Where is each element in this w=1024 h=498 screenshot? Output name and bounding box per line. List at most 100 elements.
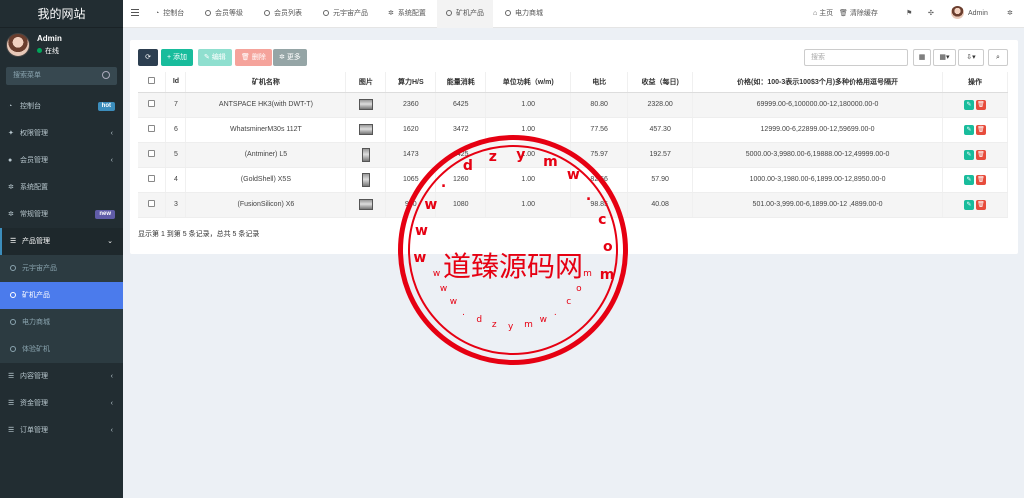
tab-member-list[interactable]: 会员列表 [264, 0, 314, 28]
col-image[interactable]: 图片 [345, 72, 387, 93]
delete-button[interactable]: 🗑︎ 删除 [235, 49, 272, 66]
menu-search-input[interactable]: 搜索菜单 [6, 67, 117, 85]
cell-name: (GoldShell) X5S [185, 167, 347, 193]
menu-toggle-icon[interactable] [131, 9, 139, 18]
watermark-char: d [476, 315, 483, 326]
sidebar-item-funds[interactable]: ☰ 资金管理 ‹ [0, 390, 123, 417]
col-name[interactable]: 矿机名称 [185, 72, 347, 93]
table-search-input[interactable]: 搜索 [804, 49, 908, 66]
miner-thumbnail[interactable] [358, 199, 373, 210]
clear-cache-button[interactable]: 🗑︎ 清除缓存 [839, 0, 878, 28]
cell-actions: ✎ 🗑︎ [942, 192, 1009, 218]
sidebar-subitem-trial-miner[interactable]: 体验矿机 [0, 336, 123, 363]
sidebar-menu: ◔ 控制台 hot ✦ 权限管理 ‹ ● 会员管理 ‹ ✲ 系统配置 ✲ 常规管理 new ☰ 产品… [0, 93, 123, 444]
table-row[interactable]: 6 WhatsminerM30s 112T 1620 3472 1.00 77.56 457… [138, 117, 1009, 143]
select-all-checkbox-cell[interactable] [138, 72, 167, 93]
cell-image[interactable] [345, 167, 387, 193]
toggle-view-button[interactable]: ▦ [913, 49, 931, 66]
settings-icon[interactable]: ✲ [1007, 0, 1013, 28]
row-checkbox-cell[interactable] [138, 117, 167, 143]
tab-miners[interactable]: 矿机产品 [437, 0, 493, 28]
cell-image[interactable] [345, 192, 387, 218]
row-checkbox-cell[interactable] [138, 192, 167, 218]
miner-thumbnail[interactable] [358, 99, 373, 110]
cell-image[interactable] [345, 92, 387, 118]
admin-menu[interactable]: Admin [951, 0, 988, 28]
refresh-icon: ⟳ [145, 54, 151, 61]
row-checkbox-cell[interactable] [138, 167, 167, 193]
user-status-text: 在线 [45, 48, 59, 55]
sidebar-item-label: 订单管理 [20, 427, 48, 434]
cell-image[interactable] [345, 142, 387, 168]
columns-button[interactable]: ▦▾ [933, 49, 956, 66]
miner-thumbnail[interactable] [361, 172, 370, 187]
sidebar-item-members[interactable]: ● 会员管理 ‹ [0, 147, 123, 174]
search-icon[interactable] [102, 71, 110, 79]
edit-row-icon[interactable]: ✎ [963, 199, 974, 210]
add-button[interactable]: + 添加 [161, 49, 194, 66]
miner-thumbnail[interactable] [361, 147, 370, 162]
delete-label: 删除 [251, 54, 266, 61]
row-checkbox[interactable] [148, 150, 156, 157]
row-checkbox-cell[interactable] [138, 92, 167, 118]
col-hashrate[interactable]: 算力H/S [385, 72, 437, 93]
fullscreen-icon[interactable]: ✣ [928, 0, 934, 28]
cell-image[interactable] [345, 117, 387, 143]
sidebar-item-label: 资金管理 [20, 400, 48, 407]
row-checkbox[interactable] [148, 100, 156, 107]
sidebar-item-orders[interactable]: ☰ 订单管理 ‹ [0, 417, 123, 444]
circle-icon [10, 319, 16, 325]
col-income[interactable]: 收益（每日) [627, 72, 694, 93]
miner-thumbnail[interactable] [358, 124, 373, 135]
watermark-char: o [576, 283, 582, 294]
delete-row-icon[interactable]: 🗑︎ [975, 99, 986, 110]
col-ratio[interactable]: 电比 [570, 72, 629, 93]
sidebar-subitem-metaverse[interactable]: 元宇宙产品 [0, 255, 123, 282]
row-checkbox-cell[interactable] [138, 142, 167, 168]
sidebar-subitem-power-mall[interactable]: 电力商城 [0, 309, 123, 336]
tab-power-mall[interactable]: 电力商城 [505, 0, 555, 28]
more-button[interactable]: ✲ 更多 [273, 49, 307, 66]
refresh-button[interactable]: ⟳ [138, 49, 158, 66]
cell-name: (FusionSilicon) X6 [185, 192, 347, 218]
tab-config[interactable]: ✲ 系统配置 [388, 0, 433, 28]
col-id[interactable]: Id [165, 72, 187, 93]
sidebar-subitem-miners[interactable]: 矿机产品 [0, 282, 123, 309]
list-icon: ☰ [10, 238, 17, 245]
col-unit-power[interactable]: 单位功耗（w/m) [485, 72, 572, 93]
sidebar-item-general[interactable]: ✲ 常规管理 new [0, 201, 123, 228]
sidebar-item-config[interactable]: ✲ 系统配置 [0, 174, 123, 201]
cell-id: 5 [165, 142, 187, 168]
edit-row-icon[interactable]: ✎ [963, 124, 974, 135]
row-checkbox[interactable] [148, 200, 156, 207]
table-row[interactable]: 7 ANTSPACE HK3(with DWT-T) 2360 6425 1.00 80.… [138, 92, 1009, 118]
tab-metaverse[interactable]: 元宇宙产品 [323, 0, 378, 28]
export-button[interactable]: ⇩▾ [958, 49, 984, 66]
delete-row-icon[interactable]: 🗑︎ [975, 149, 986, 160]
watermark-char: m [524, 320, 533, 331]
sidebar-item-products[interactable]: ☰ 产品管理 ⌄ [0, 228, 123, 255]
delete-row-icon[interactable]: 🗑︎ [975, 124, 986, 135]
tab-dashboard[interactable]: ◔ 控制台 [155, 0, 195, 28]
watermark-char: y [516, 147, 526, 164]
select-all-checkbox[interactable] [148, 77, 156, 85]
edit-button[interactable]: ✎ 编辑 [198, 49, 232, 66]
site-brand[interactable]: 我的网站 [0, 0, 123, 28]
sidebar-item-dashboard[interactable]: ◔ 控制台 hot [0, 93, 123, 120]
home-link[interactable]: ⌂ 主页 [813, 0, 833, 28]
col-energy[interactable]: 能量消耗 [435, 72, 487, 93]
edit-row-icon[interactable]: ✎ [963, 149, 974, 160]
row-checkbox[interactable] [148, 125, 156, 132]
delete-row-icon[interactable]: 🗑︎ [975, 174, 986, 185]
tab-member-levels[interactable]: 会员等级 [205, 0, 253, 28]
edit-row-icon[interactable]: ✎ [963, 174, 974, 185]
advanced-search-button[interactable]: ⌕ [988, 49, 1008, 66]
col-price[interactable]: 价格(如：100-3表示100$3个月)多种价格用逗号隔开 [692, 72, 943, 93]
watermark-char: o [602, 239, 613, 256]
translate-icon[interactable]: ⚑ [906, 0, 912, 28]
sidebar-item-auth[interactable]: ✦ 权限管理 ‹ [0, 120, 123, 147]
sidebar-item-content[interactable]: ☰ 内容管理 ‹ [0, 363, 123, 390]
delete-row-icon[interactable]: 🗑︎ [975, 199, 986, 210]
edit-row-icon[interactable]: ✎ [963, 99, 974, 110]
row-checkbox[interactable] [148, 175, 156, 182]
